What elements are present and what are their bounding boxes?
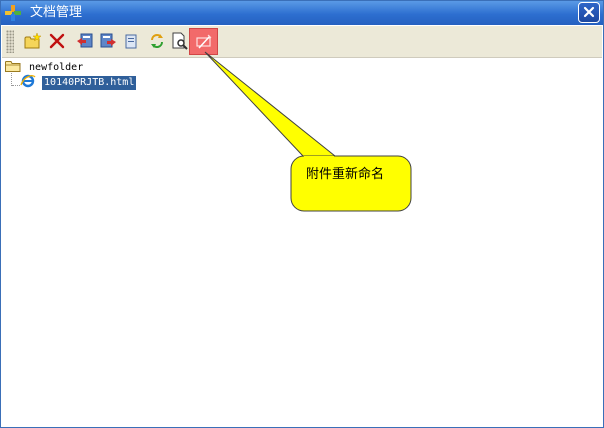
preview-icon <box>172 32 188 50</box>
import-icon <box>77 33 93 48</box>
folder-label: newfolder <box>29 62 84 73</box>
copy-button[interactable] <box>119 29 143 53</box>
document-tree[interactable]: newfolder 10140PRJTB.html <box>2 58 602 427</box>
new-folder-button[interactable] <box>21 29 45 53</box>
ie-html-icon <box>20 74 36 88</box>
copy-icon <box>125 34 137 49</box>
app-logo-icon <box>5 5 21 21</box>
file-label: 10140PRJTB.html <box>42 76 137 90</box>
delete-button[interactable] <box>45 29 69 53</box>
tree-file-item[interactable]: 10140PRJTB.html <box>20 74 137 90</box>
new-folder-icon <box>24 32 42 49</box>
title-bar[interactable]: 文档管理 <box>1 1 603 25</box>
folder-icon <box>5 61 21 72</box>
toolbar-grip[interactable] <box>6 30 14 53</box>
export-icon <box>100 33 116 48</box>
close-button[interactable] <box>578 2 600 23</box>
close-icon <box>583 6 595 18</box>
toolbar <box>2 26 602 58</box>
rename-icon <box>196 34 212 49</box>
document-manager-window: 文档管理 newfolder 10140PRJTB.html <box>0 0 604 428</box>
refresh-icon <box>151 34 163 48</box>
import-button[interactable] <box>73 29 97 53</box>
rename-attachment-button[interactable] <box>189 28 218 55</box>
callout-label: 附件重新命名 <box>306 167 385 182</box>
delete-icon <box>49 33 65 49</box>
window-title: 文档管理 <box>30 5 83 20</box>
refresh-button[interactable] <box>145 29 169 53</box>
export-button[interactable] <box>96 29 120 53</box>
tree-folder-item[interactable]: newfolder <box>5 60 85 75</box>
tree-connector <box>12 85 20 86</box>
